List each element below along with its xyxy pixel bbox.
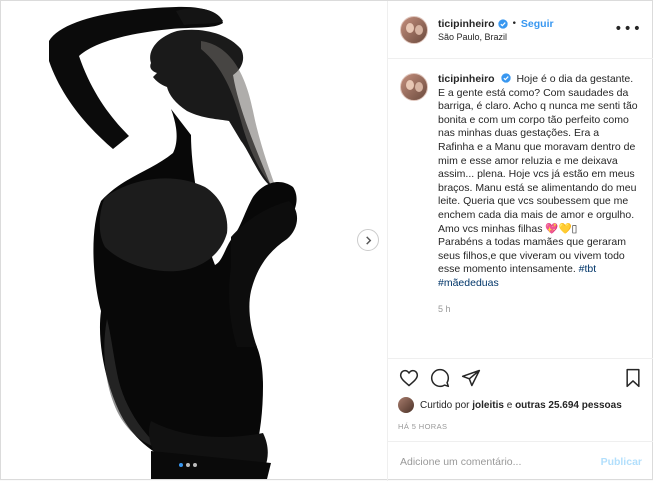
caption-avatar[interactable] <box>400 73 428 101</box>
post-time[interactable]: HÁ 5 HORAS <box>398 422 644 431</box>
post-header: ticipinheiro • Seguir São Paulo, Brazil … <box>388 1 653 59</box>
verified-badge-icon <box>497 18 508 29</box>
maternity-silhouette-image <box>1 1 387 479</box>
chevron-right-icon <box>365 235 371 245</box>
liker-avatar[interactable] <box>398 397 414 413</box>
caption-timestamp[interactable]: 5 h <box>438 303 638 317</box>
bookmark-icon <box>626 368 640 388</box>
post-sidebar: ticipinheiro • Seguir São Paulo, Brazil … <box>387 1 653 481</box>
likes-summary: Curtido por joleitis e outras 25.694 pes… <box>398 397 644 413</box>
more-options-icon[interactable]: ••• <box>614 21 642 37</box>
liker-username-link[interactable]: joleitis <box>472 400 504 411</box>
comments-area: ticipinheiro Hoje é o dia da gestante. E… <box>388 59 653 359</box>
carousel-dot <box>186 463 190 467</box>
post-photo[interactable] <box>1 1 387 479</box>
carousel-indicator <box>179 463 197 467</box>
instagram-post: ticipinheiro • Seguir São Paulo, Brazil … <box>0 0 653 481</box>
caption: ticipinheiro Hoje é o dia da gestante. E… <box>400 73 642 316</box>
next-slide-button[interactable] <box>357 229 379 251</box>
carousel-dot <box>193 463 197 467</box>
likes-count-link[interactable]: outras 25.694 pessoas <box>515 400 622 411</box>
header-text: ticipinheiro • Seguir São Paulo, Brazil <box>438 18 554 42</box>
caption-username-link[interactable]: ticipinheiro <box>438 73 495 85</box>
caption-text: Hoje é o dia da gestante. E a gente está… <box>438 73 638 235</box>
save-button[interactable] <box>622 367 644 389</box>
caption-text-2: Parabéns a todas mamães que geraram seus… <box>438 236 626 276</box>
separator-dot: • <box>511 18 517 29</box>
publish-button[interactable]: Publicar <box>601 456 642 468</box>
heart-icon <box>399 369 419 387</box>
follow-button[interactable]: Seguir <box>521 18 554 30</box>
share-icon <box>461 369 481 387</box>
add-comment-section: Publicar <box>388 441 653 481</box>
caption-text-block: ticipinheiro Hoje é o dia da gestante. E… <box>438 73 638 316</box>
verified-badge-icon <box>500 73 511 83</box>
comment-input[interactable] <box>400 455 601 468</box>
hashtag-link[interactable]: #mãededuas <box>438 277 499 289</box>
carousel-dot <box>179 463 183 467</box>
like-button[interactable] <box>398 367 420 389</box>
share-button[interactable] <box>460 367 482 389</box>
avatar[interactable] <box>400 15 428 44</box>
hashtag-link[interactable]: #tbt <box>579 263 597 275</box>
likes-middle: e <box>506 399 513 411</box>
comment-icon <box>430 368 450 388</box>
comment-button[interactable] <box>429 367 451 389</box>
username-link[interactable]: ticipinheiro <box>438 18 495 30</box>
location-link[interactable]: São Paulo, Brazil <box>438 32 554 42</box>
action-bar: Curtido por joleitis e outras 25.694 pes… <box>388 359 653 431</box>
likes-prefix: Curtido por <box>420 399 470 411</box>
